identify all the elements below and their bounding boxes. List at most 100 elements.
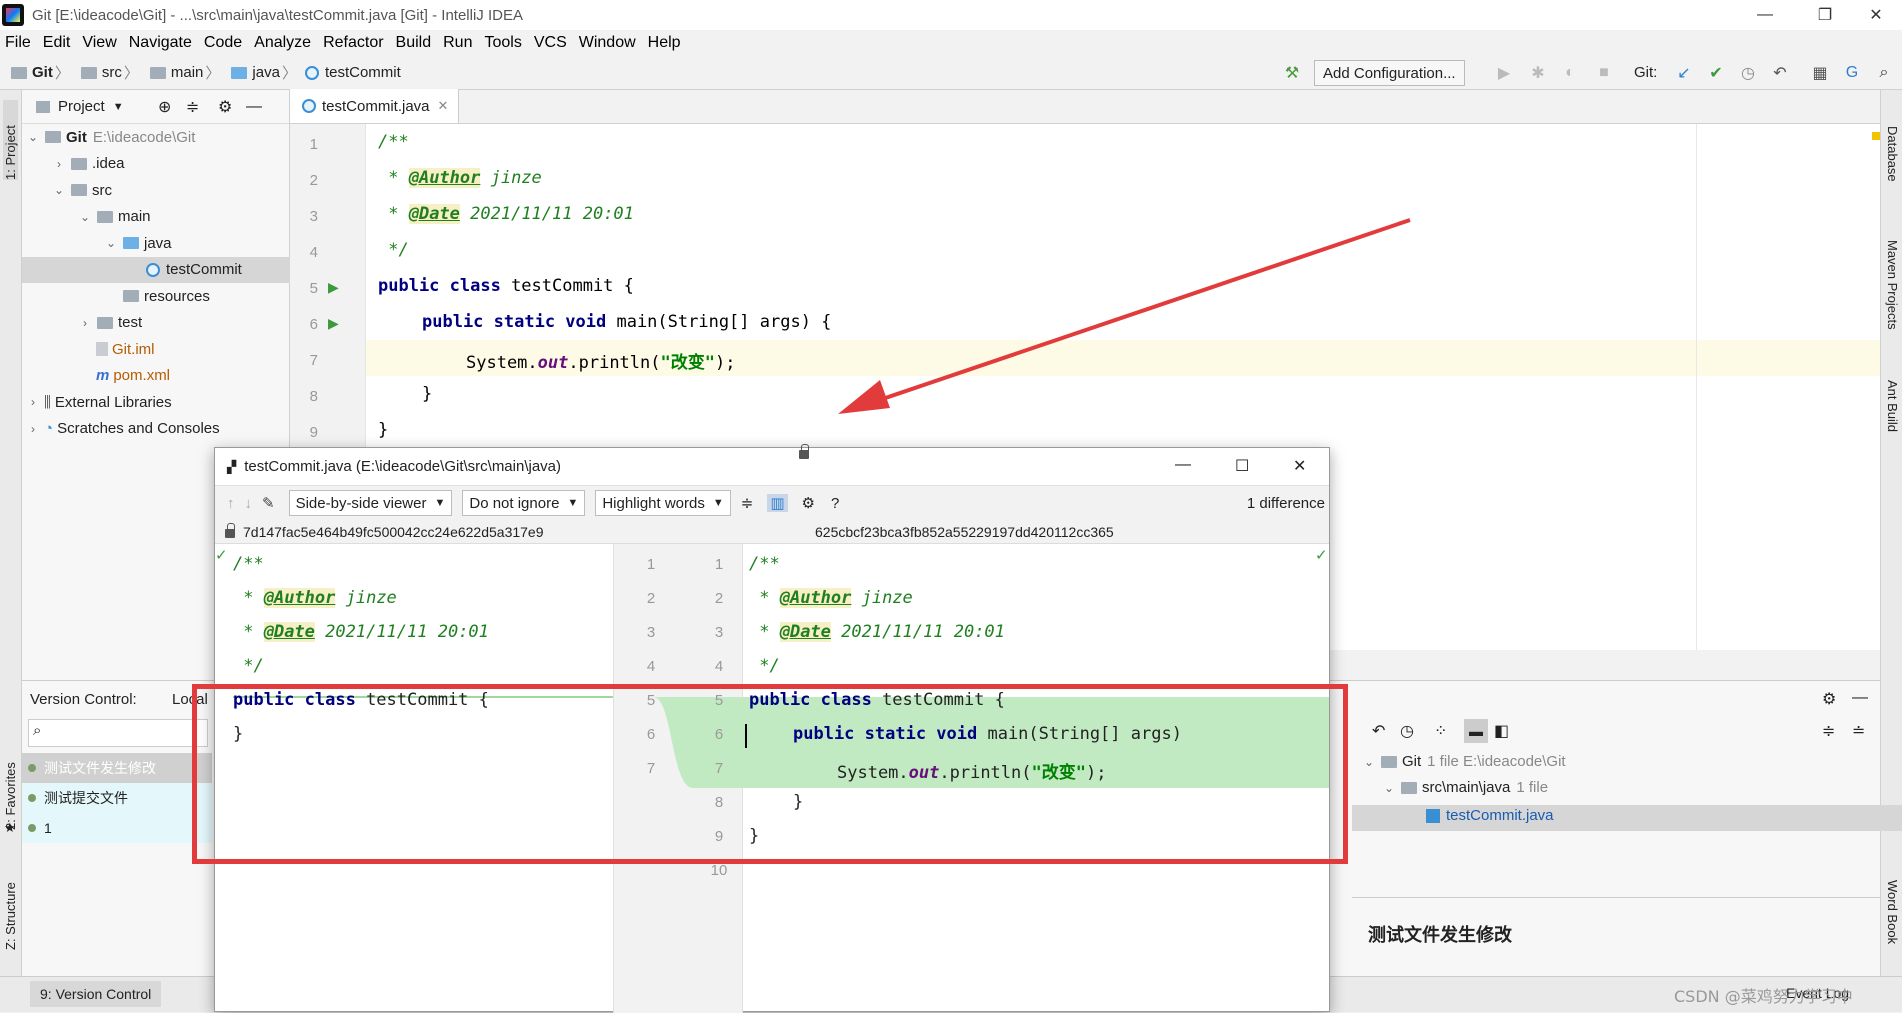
menu-build[interactable]: Build (391, 34, 439, 52)
code-line-5[interactable]: public class testCommit { (378, 276, 634, 296)
run-gutter-icon[interactable]: ▶ (328, 279, 339, 296)
tool-window-favorites[interactable]: 2: Favorites (3, 740, 18, 830)
viewer-select[interactable]: Side-by-side viewer ▼ (288, 490, 453, 516)
left-code-line-1[interactable]: /** (233, 554, 264, 574)
commit-row[interactable]: 测试文件发生修改 (22, 753, 212, 783)
gear-icon[interactable]: ⚙ (1822, 689, 1836, 709)
preview-bottom-icon[interactable]: ▬ (1464, 719, 1488, 743)
code-line-2[interactable]: * @Author jinze (378, 168, 542, 188)
tool-window-wordbook[interactable]: Word Book (1885, 880, 1900, 944)
hide-panel-icon[interactable]: — (246, 98, 262, 116)
close-tab-icon[interactable]: ✕ (438, 98, 449, 114)
breadcrumb-testcommit[interactable]: testCommit (303, 64, 401, 81)
left-code-line-3[interactable]: * @Date 2021/11/11 20:01 (233, 622, 489, 642)
menu-file[interactable]: File (0, 34, 38, 52)
next-difference-icon[interactable]: ↓ (245, 495, 253, 512)
gear-icon[interactable]: ⚙ (802, 494, 815, 512)
menu-vcs[interactable]: VCS (529, 34, 574, 52)
build-hammer-icon[interactable]: ⚒ (1278, 59, 1306, 87)
coverage-icon[interactable]: ◐ (1556, 59, 1584, 87)
tool-window-project[interactable]: 1: Project (3, 100, 18, 180)
changes-root[interactable]: ⌄ Git 1 file E:\ideacode\Git (1362, 753, 1566, 770)
project-tree-item[interactable]: › test (78, 310, 142, 336)
project-tree-item[interactable]: › ◔ Scratches and Consoles (26, 416, 220, 442)
tool-window-maven[interactable]: Maven Projects (1885, 240, 1900, 330)
project-tree-item[interactable]: › .idea (52, 151, 125, 177)
stop-icon[interactable]: ■ (1590, 59, 1618, 87)
expand-all-icon[interactable]: ≑ (1822, 721, 1835, 741)
project-tree-item[interactable]: m pom.xml (78, 363, 170, 389)
breadcrumb-git[interactable]: Git 〉 (6, 62, 72, 83)
edit-source-icon[interactable]: ✎ (262, 494, 275, 512)
tool-window-structure[interactable]: Z: Structure (3, 850, 18, 950)
project-tree-item[interactable]: resources (104, 283, 210, 309)
run-icon[interactable]: ▶ (1490, 59, 1518, 87)
chevron-right-icon[interactable]: › (78, 316, 92, 330)
code-line-6[interactable]: public static void main(String[] args) { (422, 312, 831, 332)
project-tree-item[interactable]: ⌄ src (52, 177, 112, 203)
history-icon[interactable]: ◷ (1734, 59, 1762, 87)
menu-refactor[interactable]: Refactor (318, 34, 390, 52)
left-code-line-2[interactable]: * @Author jinze (233, 588, 397, 608)
locate-icon[interactable]: ⊕ (158, 97, 171, 117)
project-tree-item[interactable]: Git.iml (78, 336, 155, 362)
previous-difference-icon[interactable]: ↑ (227, 495, 235, 512)
preview-side-icon[interactable]: ◧ (1494, 721, 1509, 741)
code-line-9[interactable]: } (378, 420, 388, 440)
tool-window-version-control[interactable]: 9: Version Control (30, 981, 162, 1007)
vc-search-input[interactable]: ⌕ (28, 719, 208, 747)
code-line-1[interactable]: /** (378, 132, 409, 152)
tool-window-database[interactable]: Database (1885, 126, 1900, 182)
revert-icon[interactable]: ↶ (1766, 59, 1794, 87)
project-tree-item[interactable]: › ⫼ External Libraries (26, 389, 172, 415)
code-line-4[interactable]: */ (378, 240, 408, 260)
menu-tools[interactable]: Tools (479, 34, 528, 52)
chevron-down-icon[interactable]: ▼ (113, 101, 124, 113)
project-tree-item[interactable]: ⌄ main (78, 204, 151, 230)
minimize-icon[interactable]: — (1735, 0, 1795, 30)
chevron-down-icon[interactable]: ⌄ (78, 210, 92, 224)
chevron-down-icon[interactable]: ⌄ (104, 236, 118, 250)
group-by-icon[interactable]: ⁘ (1434, 721, 1447, 741)
maximize-icon[interactable]: ☐ (1235, 456, 1249, 476)
changed-file[interactable]: testCommit.java (1426, 807, 1554, 824)
project-view-selector[interactable]: Project (58, 98, 105, 115)
tab-testcommit-java[interactable]: testCommit.java ✕ (290, 89, 460, 123)
right-code-line-1[interactable]: /** (749, 554, 780, 574)
breadcrumb-java[interactable]: java 〉 (226, 62, 299, 83)
collapse-all-icon[interactable]: ≑ (186, 97, 199, 117)
ignore-select[interactable]: Do not ignore ▼ (462, 490, 586, 516)
commit-row[interactable]: 测试提交文件 (22, 783, 212, 813)
gear-icon[interactable]: ⚙ (218, 97, 232, 117)
collapse-all-icon[interactable]: ≐ (1852, 721, 1865, 741)
revert-icon[interactable]: ↶ (1372, 721, 1385, 741)
git-update-icon[interactable]: ↙ (1670, 59, 1698, 87)
menu-view[interactable]: View (77, 34, 123, 52)
code-line-3[interactable]: * @Date 2021/11/11 20:01 (378, 204, 634, 224)
debug-icon[interactable]: ✱ (1524, 59, 1552, 87)
chevron-down-icon[interactable]: ⌄ (26, 130, 40, 144)
breadcrumb-main[interactable]: main 〉 (145, 62, 223, 83)
chevron-right-icon[interactable]: › (26, 395, 40, 409)
code-line-8[interactable]: } (422, 384, 432, 404)
menu-navigate[interactable]: Navigate (124, 34, 199, 52)
right-code-line-2[interactable]: * @Author jinze (749, 588, 913, 608)
commit-row[interactable]: 1 (22, 813, 212, 843)
project-tree-item[interactable]: ⌄ java (104, 230, 172, 256)
left-code-line-4[interactable]: */ (233, 656, 263, 676)
collapse-unchanged-icon[interactable]: ≑ (741, 494, 754, 512)
highlight-select[interactable]: Highlight words ▼ (595, 490, 731, 516)
history-icon[interactable]: ◷ (1400, 721, 1414, 741)
menu-analyze[interactable]: Analyze (249, 34, 318, 52)
project-structure-icon[interactable]: ▦ (1806, 59, 1834, 87)
menu-window[interactable]: Window (574, 34, 643, 52)
hide-panel-icon[interactable]: — (1852, 689, 1868, 707)
restore-icon[interactable]: ❐ (1795, 0, 1855, 30)
changes-dir[interactable]: ⌄ src\main\java 1 file (1382, 779, 1548, 796)
code-line-7[interactable]: System.out.println("改变"); (466, 348, 735, 373)
menu-code[interactable]: Code (199, 34, 249, 52)
chevron-down-icon[interactable]: ⌄ (52, 183, 66, 197)
search-everywhere-icon[interactable]: ⌕ (1870, 59, 1898, 87)
menu-help[interactable]: Help (643, 34, 688, 52)
right-code-line-3[interactable]: * @Date 2021/11/11 20:01 (749, 622, 1005, 642)
